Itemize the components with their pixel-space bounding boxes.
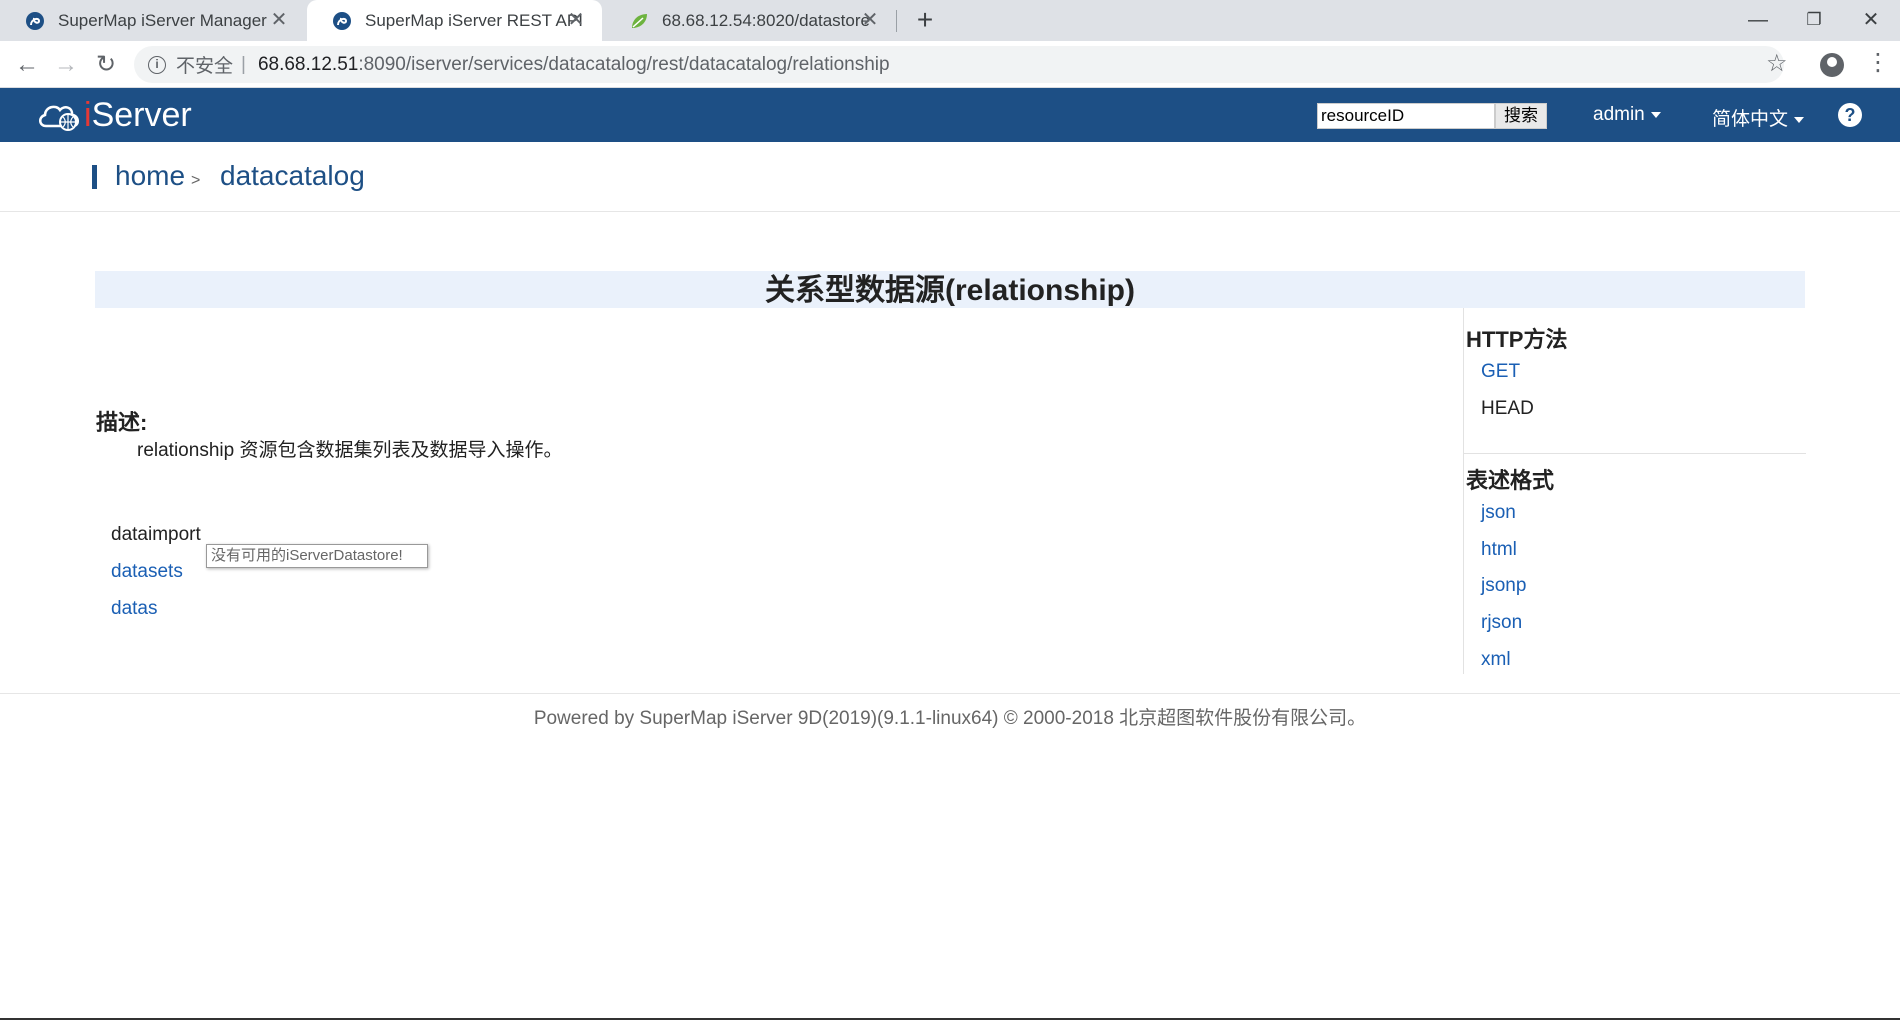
breadcrumb-home-link[interactable]: home [115, 160, 185, 192]
close-icon[interactable]: ✕ [564, 8, 588, 32]
url-path: :8090/iserver/services/datacatalog/rest/… [358, 53, 890, 75]
tab-supermap-iserver-rest-api[interactable]: SuperMap iServer REST API ✕ [307, 0, 602, 41]
site-header: iServer 搜索 admin 简体中文 ? [0, 88, 1900, 142]
breadcrumb-datacatalog-link[interactable]: datacatalog [220, 160, 365, 192]
forward-icon[interactable]: → [50, 49, 82, 81]
reload-icon[interactable]: ↻ [90, 49, 122, 81]
iserver-logo[interactable]: i Server [36, 96, 192, 134]
caret-down-icon [1794, 116, 1805, 123]
http-method-head: HEAD [1481, 398, 1534, 419]
http-methods-heading: HTTP方法 [1466, 327, 1568, 352]
sidebar-divider [1464, 453, 1806, 454]
breadcrumb-marker [92, 165, 97, 189]
user-menu-label: admin [1593, 104, 1645, 125]
logo-text: Server [91, 95, 192, 134]
format-xml-link[interactable]: xml [1481, 649, 1511, 671]
tooltip: 没有可用的iServerDatastore! [206, 544, 428, 568]
language-menu-label: 简体中文 [1712, 109, 1789, 130]
page-footer: Powered by SuperMap iServer 9D(2019)(9.1… [0, 693, 1900, 749]
help-icon[interactable]: ? [1838, 103, 1862, 127]
cloud-globe-icon [39, 105, 79, 131]
info-icon[interactable]: i [148, 55, 166, 74]
user-menu[interactable]: admin [1593, 104, 1661, 126]
format-json-link[interactable]: json [1481, 502, 1516, 524]
browser-tab-strip: SuperMap iServer Manager ✕ SuperMap iSer… [0, 0, 1900, 41]
http-method-get-link[interactable]: GET [1481, 361, 1520, 383]
logo-prefix: i [84, 95, 92, 134]
minimize-button[interactable]: — [1738, 4, 1778, 36]
search-input[interactable] [1317, 103, 1495, 129]
browser-menu-icon[interactable]: ⋮ [1866, 49, 1890, 77]
url-host: 68.68.12.51 [257, 53, 359, 75]
sidebar: HTTP方法 GET HEAD 表述格式 json html jsonp rjs… [1463, 308, 1806, 674]
format-jsonp-link[interactable]: jsonp [1481, 575, 1526, 597]
tab-title: SuperMap iServer REST API [365, 10, 583, 30]
new-tab-button[interactable]: + [910, 6, 940, 36]
divider: | [241, 53, 246, 75]
restore-button[interactable]: ❐ [1794, 4, 1834, 36]
supermap-icon [331, 10, 353, 32]
profile-avatar-icon[interactable] [1820, 53, 1844, 77]
page-title: 关系型数据源(relationship) [95, 271, 1805, 308]
format-html-link[interactable]: html [1481, 539, 1517, 561]
browser-toolbar: ← → ↻ i 不安全 | 68.68.12.51 :8090/iserver/… [0, 41, 1900, 88]
address-bar[interactable]: i 不安全 | 68.68.12.51 :8090/iserver/servic… [134, 46, 1784, 83]
description-text: relationship 资源包含数据集列表及数据导入操作。 [137, 440, 563, 461]
leaf-icon [628, 10, 650, 32]
tab-datastore[interactable]: 68.68.12.54:8020/datastore ✕ [604, 0, 896, 41]
breadcrumb: home > datacatalog [0, 142, 1900, 212]
breadcrumb-separator: > [191, 172, 201, 189]
bookmark-star-icon[interactable]: ☆ [1766, 49, 1788, 78]
search-button[interactable]: 搜索 [1495, 103, 1547, 129]
close-window-button[interactable]: ✕ [1851, 4, 1891, 36]
child-resource-datas-link[interactable]: datas [111, 590, 201, 627]
tab-title: 68.68.12.54:8020/datastore [662, 10, 870, 30]
tab-supermap-iserver-manager[interactable]: SuperMap iServer Manager ✕ [0, 0, 305, 41]
security-label: 不安全 [176, 56, 234, 77]
caret-down-icon [1650, 111, 1661, 118]
child-resource-dataimport: dataimport [111, 524, 201, 545]
format-rjson-link[interactable]: rjson [1481, 612, 1522, 634]
tab-title: SuperMap iServer Manager [58, 10, 267, 30]
supermap-icon [24, 10, 46, 32]
close-icon[interactable]: ✕ [267, 8, 291, 32]
close-icon[interactable]: ✕ [858, 8, 882, 32]
tab-separator [896, 10, 897, 32]
child-resource-list: dataimport datasets datas [111, 516, 201, 627]
back-icon[interactable]: ← [11, 49, 43, 81]
description-heading: 描述: [96, 410, 148, 435]
child-resource-datasets-link[interactable]: datasets [111, 553, 201, 590]
language-menu[interactable]: 简体中文 [1712, 104, 1805, 131]
formats-heading: 表述格式 [1466, 468, 1555, 493]
